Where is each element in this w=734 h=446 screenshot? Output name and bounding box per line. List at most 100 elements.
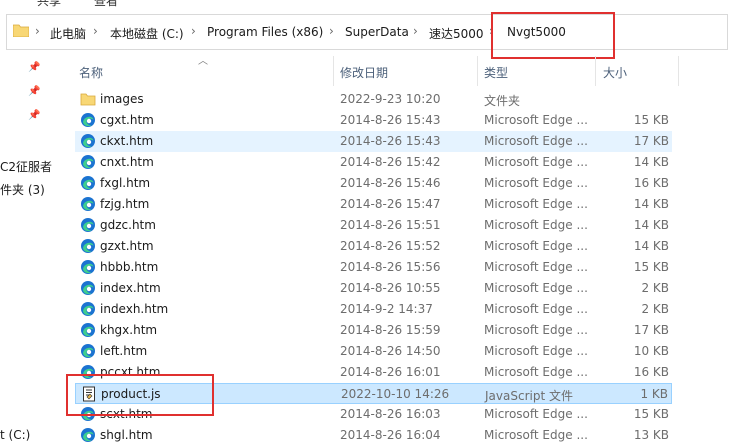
file-row[interactable]: fzjg.htm 2014-8-26 15:47 Microsoft Edge ..… [75, 194, 672, 215]
nav-item[interactable]: C2征服者 [0, 158, 52, 175]
breadcrumb-this-pc[interactable]: 此电脑 [50, 25, 86, 42]
file-size: 15 KB [633, 260, 669, 274]
navigation-pane: 📌 📌 📌 C2征服者 件夹 (3) t (C:) [0, 50, 52, 442]
file-row[interactable]: index.htm 2014-8-26 10:55 Microsoft Edge .… [75, 278, 672, 299]
file-name: indexh.htm [100, 302, 169, 316]
column-divider[interactable] [477, 56, 478, 86]
file-name: index.htm [100, 281, 161, 295]
file-type: Microsoft Edge ... [484, 365, 588, 379]
edge-icon [80, 175, 96, 191]
chevron-right-icon[interactable]: › [35, 24, 40, 38]
file-type: Microsoft Edge ... [484, 239, 588, 253]
file-type: Microsoft Edge ... [484, 323, 588, 337]
file-row[interactable]: fxgl.htm 2014-8-26 15:46 Microsoft Edge ..… [75, 173, 672, 194]
edge-icon [80, 259, 96, 275]
file-size: 14 KB [633, 155, 669, 169]
edge-icon [80, 343, 96, 359]
edge-icon [80, 154, 96, 170]
file-type: Microsoft Edge ... [484, 302, 588, 316]
file-size: 14 KB [633, 218, 669, 232]
file-size: 2 KB [641, 281, 669, 295]
file-row[interactable]: hbbb.htm 2014-8-26 15:56 Microsoft Edge ..… [75, 257, 672, 278]
chevron-right-icon[interactable]: › [191, 24, 196, 38]
file-type: Microsoft Edge ... [484, 113, 588, 127]
file-row[interactable]: shgl.htm 2014-8-26 16:04 Microsoft Edge ..… [75, 425, 672, 446]
file-date: 2014-8-26 15:47 [340, 197, 441, 211]
file-name: gzxt.htm [100, 239, 154, 253]
folder-icon [80, 91, 96, 107]
breadcrumb-superdata[interactable]: SuperData [345, 25, 409, 39]
file-date: 2014-8-26 16:01 [340, 365, 441, 379]
file-date: 2014-8-26 15:46 [340, 176, 441, 190]
edge-icon [80, 322, 96, 338]
file-date: 2014-9-2 14:37 [340, 302, 433, 316]
ribbon-strip: 共享 查看 [0, 0, 734, 8]
column-divider[interactable] [595, 56, 596, 86]
file-date: 2014-8-26 15:43 [340, 113, 441, 127]
file-size: 17 KB [633, 134, 669, 148]
file-name: ckxt.htm [100, 134, 154, 148]
file-size: 1 KB [640, 387, 668, 401]
file-row[interactable]: images 2022-9-23 10:20 文件夹 [75, 89, 672, 110]
file-type: 文件夹 [484, 94, 521, 108]
chevron-right-icon[interactable]: › [413, 24, 418, 38]
file-row[interactable]: gdzc.htm 2014-8-26 15:51 Microsoft Edge ..… [75, 215, 672, 236]
file-type: JavaScript 文件 [485, 389, 573, 403]
file-row[interactable]: gzxt.htm 2014-8-26 15:52 Microsoft Edge ..… [75, 236, 672, 257]
file-date: 2014-8-26 14:50 [340, 344, 441, 358]
address-bar[interactable]: › 此电脑 › 本地磁盘 (C:) › Program Files (x86) … [6, 14, 728, 50]
file-name: cgxt.htm [100, 113, 154, 127]
ribbon-tab-view[interactable]: 查看 [94, 0, 118, 8]
edge-icon [80, 196, 96, 212]
file-row[interactable]: cnxt.htm 2014-8-26 15:42 Microsoft Edge ..… [75, 152, 672, 173]
file-date: 2014-8-26 16:03 [340, 407, 441, 421]
edge-icon [80, 427, 96, 443]
file-row[interactable]: indexh.htm 2014-9-2 14:37 Microsoft Edge .… [75, 299, 672, 320]
file-date: 2014-8-26 15:42 [340, 155, 441, 169]
breadcrumb-program-files[interactable]: Program Files (x86) [207, 25, 323, 39]
file-date: 2014-8-26 15:43 [340, 134, 441, 148]
file-date: 2014-8-26 15:56 [340, 260, 441, 274]
file-date: 2014-8-26 15:51 [340, 218, 441, 232]
pin-icon[interactable]: 📌 [28, 110, 40, 121]
pin-icon[interactable]: 📌 [28, 62, 40, 73]
file-type: Microsoft Edge ... [484, 197, 588, 211]
file-size: 14 KB [633, 197, 669, 211]
file-type: Microsoft Edge ... [484, 134, 588, 148]
file-date: 2014-8-26 15:52 [340, 239, 441, 253]
edge-icon [80, 280, 96, 296]
file-date: 2022-10-10 14:26 [341, 387, 450, 401]
file-type: Microsoft Edge ... [484, 155, 588, 169]
file-name: khgx.htm [100, 323, 158, 337]
chevron-right-icon[interactable]: › [329, 24, 334, 38]
file-size: 14 KB [633, 239, 669, 253]
file-row[interactable]: ckxt.htm 2014-8-26 15:43 Microsoft Edge ..… [75, 131, 672, 152]
file-type: Microsoft Edge ... [484, 407, 588, 421]
nav-item[interactable]: t (C:) [0, 428, 30, 442]
breadcrumb-local-disk[interactable]: 本地磁盘 (C:) [110, 25, 184, 42]
file-row[interactable]: left.htm 2014-8-26 14:50 Microsoft Edge ..… [75, 341, 672, 362]
file-name: images [100, 92, 144, 106]
column-divider[interactable] [678, 56, 679, 86]
file-date: 2014-8-26 15:59 [340, 323, 441, 337]
file-type: Microsoft Edge ... [484, 176, 588, 190]
file-date: 2014-8-26 16:04 [340, 428, 441, 442]
chevron-right-icon[interactable]: › [93, 24, 98, 38]
breadcrumb-suda5000[interactable]: 速达5000 [429, 25, 484, 42]
pin-icon[interactable]: 📌 [28, 86, 40, 97]
file-name: left.htm [100, 344, 148, 358]
nav-item[interactable]: 件夹 (3) [0, 181, 45, 198]
file-type: Microsoft Edge ... [484, 428, 588, 442]
file-name: fzjg.htm [100, 197, 150, 211]
file-name: fxgl.htm [100, 176, 151, 190]
file-type: Microsoft Edge ... [484, 218, 588, 232]
file-name: gdzc.htm [100, 218, 156, 232]
file-name: hbbb.htm [100, 260, 159, 274]
ribbon-tab-share[interactable]: 共享 [37, 0, 61, 8]
file-size: 13 KB [633, 428, 669, 442]
edge-icon [80, 301, 96, 317]
column-divider[interactable] [333, 56, 334, 86]
file-row[interactable]: khgx.htm 2014-8-26 15:59 Microsoft Edge ..… [75, 320, 672, 341]
file-row[interactable]: cgxt.htm 2014-8-26 15:43 Microsoft Edge ..… [75, 110, 672, 131]
edge-icon [80, 217, 96, 233]
